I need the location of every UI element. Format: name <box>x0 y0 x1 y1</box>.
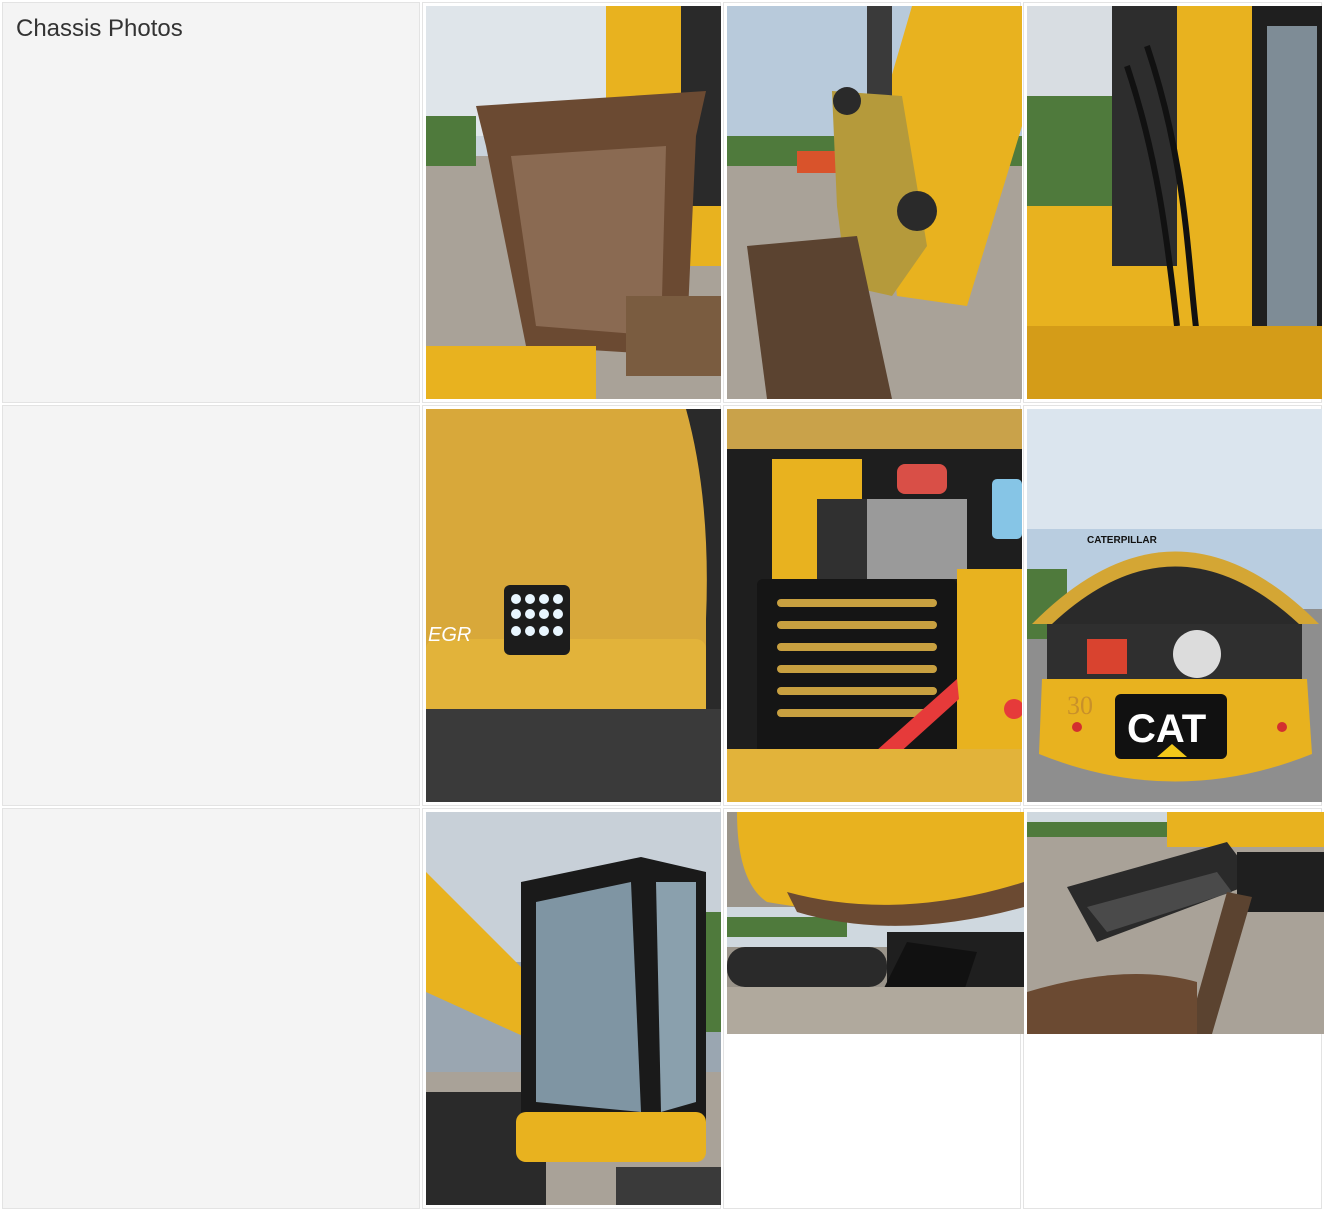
photo-cell <box>722 2 1022 403</box>
photo-row <box>2 808 1324 1209</box>
chassis-photos-table: Chassis Photos EGR CATERPILLAR CAT 30 <box>0 0 1324 1211</box>
engine-compartment-photo[interactable] <box>726 409 1022 802</box>
photo-cell: CATERPILLAR CAT 30 <box>1023 405 1323 806</box>
photo-cell <box>422 808 721 1209</box>
bucket-linkage-photo[interactable] <box>726 6 1022 399</box>
photo-cell <box>1023 2 1323 403</box>
photo-cell: EGR <box>422 405 721 806</box>
undercarriage-photo[interactable] <box>726 812 1024 1034</box>
model-number-text: 30 <box>1067 691 1093 720</box>
section-label-cell-empty <box>2 405 420 806</box>
work-light-photo[interactable]: EGR <box>426 409 721 802</box>
section-label-cell: Chassis Photos <box>2 2 420 403</box>
cat-logo-text: CAT <box>1127 707 1206 751</box>
photo-cell <box>1023 808 1324 1209</box>
photo-row: EGR CATERPILLAR CAT 30 <box>2 405 1323 806</box>
section-title: Chassis Photos <box>16 15 183 42</box>
bucket-front-photo[interactable] <box>426 6 721 399</box>
boom-hydraulics-photo[interactable] <box>1027 6 1323 399</box>
section-label-cell-empty <box>2 808 420 1209</box>
track-blade-photo[interactable] <box>1027 812 1324 1034</box>
cab-door-photo[interactable] <box>426 812 721 1205</box>
brand-on-cab-text: CATERPILLAR <box>1087 535 1158 546</box>
side-decal-text: EGR <box>428 624 471 646</box>
rear-counterweight-photo[interactable]: CATERPILLAR CAT 30 <box>1027 409 1323 802</box>
photo-cell <box>422 2 721 403</box>
photo-row: Chassis Photos <box>2 2 1323 403</box>
photo-cell <box>722 808 1024 1209</box>
photo-cell <box>722 405 1022 806</box>
